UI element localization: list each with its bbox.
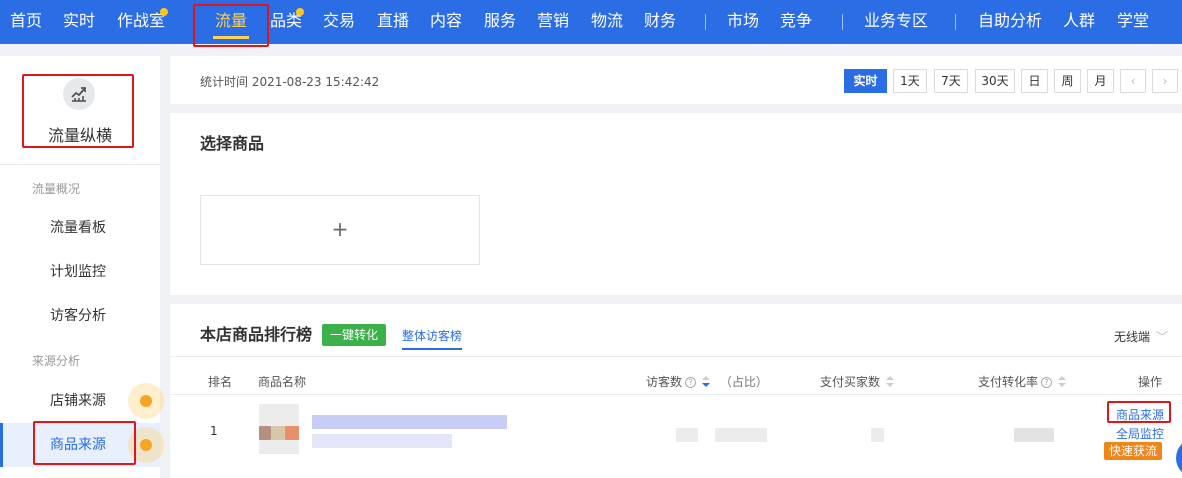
sidebar-divider — [0, 164, 160, 165]
notification-dot — [296, 8, 304, 16]
product-name-blur — [312, 415, 507, 429]
nav-item-logistics[interactable]: 物流 — [591, 0, 623, 44]
nav-item-content[interactable]: 内容 — [430, 0, 462, 44]
nav-separator — [955, 14, 956, 30]
buyers-value-blur — [871, 428, 884, 442]
column-buyers-label: 支付买家数 — [820, 375, 881, 389]
nav-item-crowd[interactable]: 人群 — [1063, 0, 1095, 44]
notification-dot — [160, 8, 168, 16]
guide-hotspot[interactable] — [128, 383, 164, 419]
sort-icon[interactable] — [1058, 376, 1067, 388]
device-select-value: 无线端 — [1113, 330, 1150, 344]
nav-item-trade[interactable]: 交易 — [323, 0, 355, 44]
chevron-left-icon[interactable]: ‹ — [1120, 69, 1146, 93]
nav-item-war-room[interactable]: 作战室 — [117, 0, 165, 44]
column-buyers[interactable]: 支付买家数 — [820, 373, 895, 390]
thumbnail-blur — [285, 426, 299, 440]
column-conversion-rate[interactable]: 支付转化率? — [978, 373, 1067, 390]
global-monitor-link[interactable]: 全局监控 — [1116, 425, 1164, 442]
nav-item-competition[interactable]: 竞争 — [780, 0, 812, 44]
nav-item-traffic-label: 流量 — [215, 11, 248, 30]
nav-item-realtime[interactable]: 实时 — [63, 0, 95, 44]
sidebar-item-plan-monitor[interactable]: 计划监控 — [0, 250, 160, 294]
tab-underline — [402, 348, 462, 350]
visitors-value-blur — [676, 428, 698, 442]
time-button-realtime[interactable]: 实时 — [844, 69, 887, 93]
select-product-title: 选择商品 — [200, 134, 265, 153]
conversion-value-blur — [1014, 428, 1054, 442]
column-share-label: （占比） — [719, 375, 768, 389]
row-rank: 1 — [210, 424, 218, 438]
column-visitors[interactable]: 访客数? （占比） — [646, 373, 768, 390]
chevron-down-icon: ﹀ — [1155, 330, 1168, 344]
sidebar-title: 流量纵横 — [47, 126, 112, 145]
nav-item-finance[interactable]: 财务 — [644, 0, 676, 44]
one-click-convert-button[interactable]: 一键转化 — [322, 324, 387, 346]
nav-item-marketing[interactable]: 营销 — [537, 0, 569, 44]
column-visitors-label: 访客数 — [646, 375, 683, 389]
chevron-right-icon[interactable]: › — [1152, 69, 1178, 93]
time-button-1d[interactable]: 1天 — [893, 69, 927, 93]
sidebar-item-visitor-analysis[interactable]: 访客分析 — [0, 294, 160, 338]
traffic-chart-icon — [63, 78, 95, 110]
nav-item-traffic[interactable]: 流量 — [213, 0, 250, 44]
table-divider — [170, 356, 1182, 357]
product-ranking-panel: 本店商品排行榜 一键转化 整体访客榜 无线端 ﹀ 排名 商品名称 访客数? （占比… — [170, 304, 1182, 478]
time-button-day[interactable]: 日 — [1021, 69, 1048, 93]
nav-item-live[interactable]: 直播 — [377, 0, 409, 44]
nav-separator — [705, 14, 706, 30]
ranking-title: 本店商品排行榜 — [200, 325, 313, 344]
column-conversion-label: 支付转化率 — [978, 375, 1039, 389]
sidebar-item-label: 商品来源 — [50, 437, 106, 453]
tab-overall-visitors[interactable]: 整体访客榜 — [402, 327, 462, 344]
column-product-name: 商品名称 — [258, 375, 307, 389]
guide-hotspot[interactable] — [128, 427, 164, 463]
add-product-button[interactable]: + — [200, 195, 480, 265]
product-name-blur — [312, 434, 452, 448]
time-button-7d[interactable]: 7天 — [934, 69, 968, 93]
sidebar-group-traffic-overview: 流量概况 — [32, 182, 81, 196]
plus-icon: + — [331, 217, 349, 241]
nav-item-self-analysis[interactable]: 自助分析 — [978, 0, 1042, 44]
column-rank: 排名 — [208, 375, 233, 389]
column-operations: 操作 — [1138, 375, 1163, 389]
help-icon[interactable]: ? — [1041, 377, 1053, 388]
select-product-panel: 选择商品 + — [170, 113, 1182, 295]
stat-time: 统计时间 2021-08-23 15:42:42 — [200, 75, 380, 89]
nav-item-market[interactable]: 市场 — [727, 0, 759, 44]
nav-item-category[interactable]: 品类 — [270, 0, 302, 44]
time-button-week[interactable]: 周 — [1054, 69, 1081, 93]
active-underline — [213, 36, 250, 39]
active-indicator — [0, 423, 3, 467]
sort-icon[interactable] — [702, 376, 711, 388]
sidebar-group-source-analysis: 来源分析 — [32, 354, 81, 368]
time-button-month[interactable]: 月 — [1087, 69, 1114, 93]
nav-item-service[interactable]: 服务 — [484, 0, 516, 44]
top-nav: 首页 实时 作战室 流量 品类 交易 直播 内容 服务 营销 物流 财务 市场 … — [0, 0, 1182, 44]
product-source-link[interactable]: 商品来源 — [1116, 406, 1164, 423]
device-select[interactable]: 无线端 ﹀ — [1114, 328, 1168, 345]
sidebar-item-traffic-board[interactable]: 流量看板 — [0, 206, 160, 250]
share-value-blur — [715, 428, 767, 442]
quick-traffic-button[interactable]: 快速获流 — [1104, 442, 1163, 460]
help-icon[interactable]: ? — [685, 377, 697, 388]
sort-icon[interactable] — [886, 376, 895, 388]
stats-header: 统计时间 2021-08-23 15:42:42 实时 1天 7天 30天 日 … — [170, 56, 1182, 104]
time-button-30d[interactable]: 30天 — [975, 69, 1015, 93]
nav-item-business-zone[interactable]: 业务专区 — [864, 0, 928, 44]
thumbnail-blur — [259, 426, 271, 440]
thumbnail-blur — [271, 426, 285, 440]
nav-item-academy[interactable]: 学堂 — [1117, 0, 1149, 44]
table-divider — [170, 394, 1182, 395]
nav-item-home[interactable]: 首页 — [10, 0, 42, 44]
nav-separator — [842, 14, 843, 30]
